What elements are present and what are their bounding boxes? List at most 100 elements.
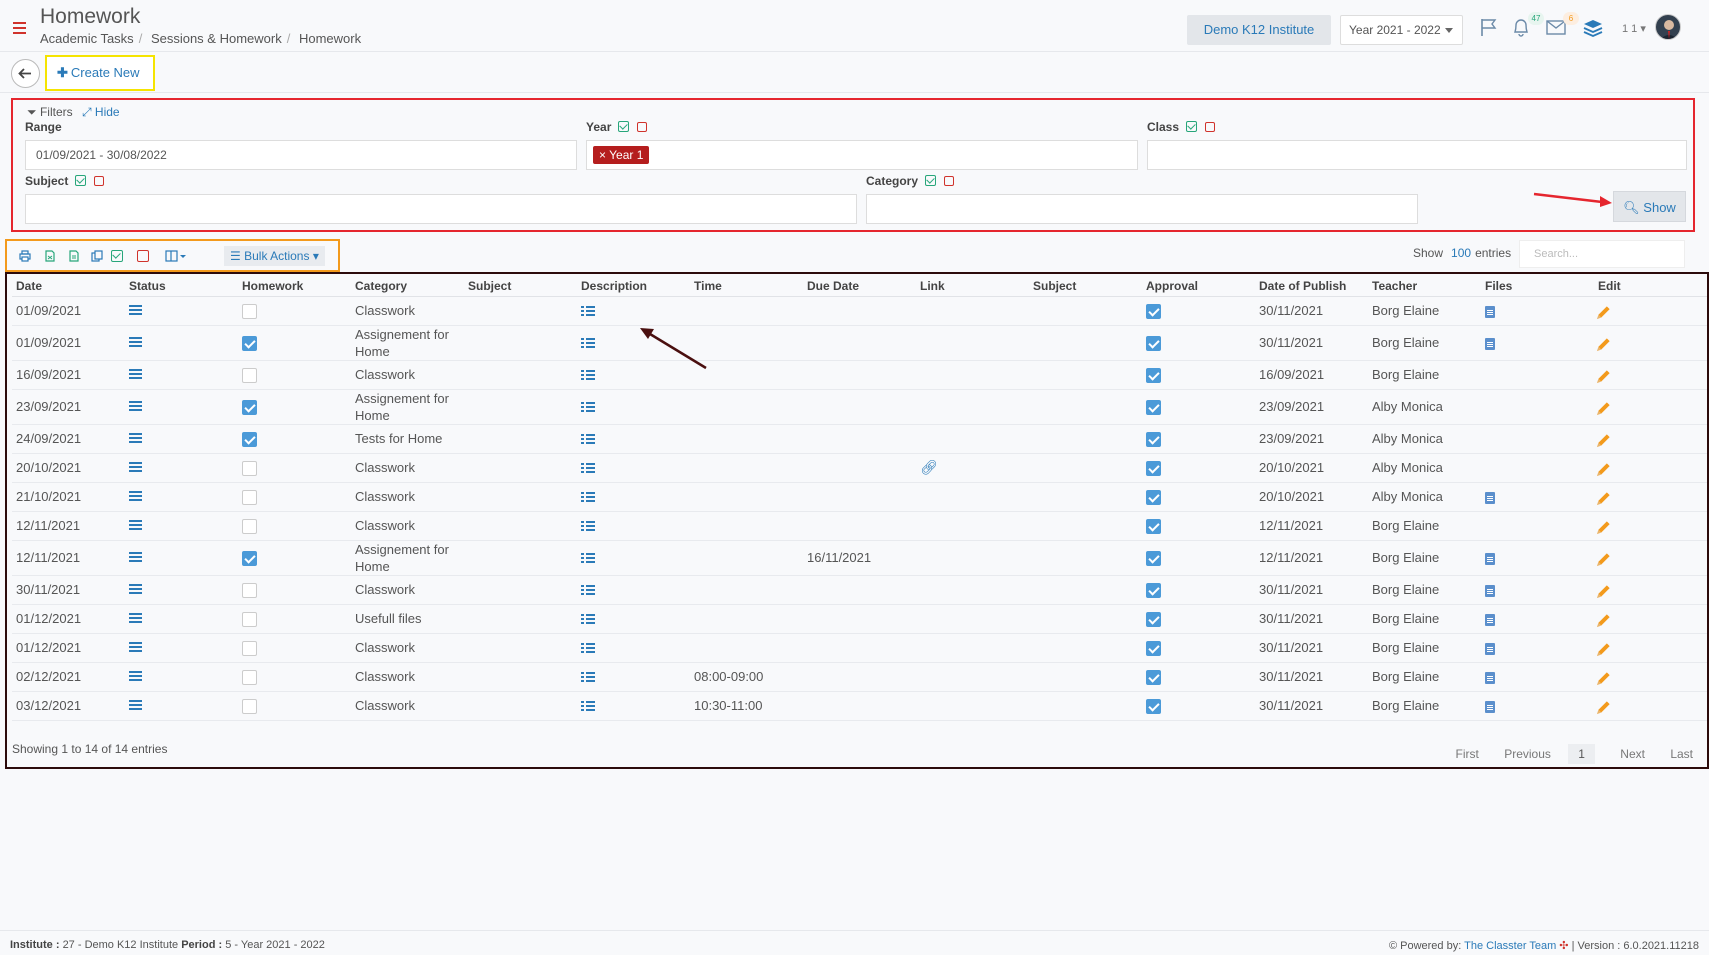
homework-checkbox[interactable] bbox=[242, 518, 257, 534]
edit-icon[interactable] bbox=[1598, 671, 1610, 684]
description-icon[interactable] bbox=[581, 434, 595, 445]
homework-checkbox[interactable] bbox=[242, 367, 257, 383]
description-icon[interactable] bbox=[581, 643, 595, 654]
approval-checkbox[interactable] bbox=[1146, 460, 1161, 476]
year-input[interactable]: × Year 1 bbox=[586, 140, 1138, 170]
homework-checkbox[interactable] bbox=[242, 431, 257, 447]
table-row[interactable]: 12/11/2021 Assignement for Home 16/11/2021… bbox=[12, 540, 1707, 576]
edit-icon[interactable] bbox=[1598, 520, 1610, 533]
approval-checkbox[interactable] bbox=[1146, 611, 1161, 627]
status-icon[interactable] bbox=[129, 369, 142, 379]
edit-icon[interactable] bbox=[1598, 433, 1610, 446]
file-icon[interactable] bbox=[1485, 584, 1495, 597]
column-header[interactable]: Link bbox=[916, 276, 1029, 297]
excel-icon[interactable] bbox=[68, 250, 80, 262]
status-icon[interactable] bbox=[129, 613, 142, 623]
edit-icon[interactable] bbox=[1598, 700, 1610, 713]
approval-checkbox[interactable] bbox=[1146, 640, 1161, 656]
status-icon[interactable] bbox=[129, 520, 142, 530]
status-icon[interactable] bbox=[129, 491, 142, 501]
flag-icon[interactable] bbox=[1478, 16, 1502, 40]
file-icon[interactable] bbox=[1485, 491, 1495, 504]
previous-page-link[interactable]: Previous bbox=[1504, 747, 1551, 761]
classter-link[interactable]: The Classter Team bbox=[1464, 940, 1556, 952]
link-icon[interactable]: 🔗︎ bbox=[920, 459, 938, 475]
menu-icon[interactable] bbox=[13, 22, 26, 34]
clear-icon[interactable] bbox=[944, 176, 955, 186]
breadcrumb-item-sessions[interactable]: Sessions & Homework bbox=[151, 31, 282, 46]
description-icon[interactable] bbox=[581, 306, 595, 317]
table-row[interactable]: 30/11/2021 Classwork 30/11/2021 Borg Elaine bbox=[12, 575, 1707, 605]
institute-button[interactable]: Demo K12 Institute bbox=[1187, 15, 1331, 45]
clear-icon[interactable] bbox=[1205, 122, 1216, 132]
table-row[interactable]: 03/12/2021 Classwork 10:30-11:00 30/11/2021… bbox=[12, 691, 1707, 721]
select-all-icon[interactable] bbox=[1186, 121, 1198, 132]
file-icon[interactable] bbox=[1485, 552, 1495, 565]
table-row[interactable]: 23/09/2021 Assignement for Home 23/09/2021… bbox=[12, 389, 1707, 425]
description-icon[interactable] bbox=[581, 338, 595, 349]
homework-checkbox[interactable] bbox=[242, 460, 257, 476]
homework-checkbox[interactable] bbox=[242, 669, 257, 685]
status-icon[interactable] bbox=[129, 671, 142, 681]
select-all-icon[interactable] bbox=[111, 250, 123, 262]
status-icon[interactable] bbox=[129, 462, 142, 472]
print-icon[interactable] bbox=[19, 250, 31, 262]
current-page[interactable]: 1 bbox=[1568, 744, 1595, 764]
breadcrumb-item-academic-tasks[interactable]: Academic Tasks bbox=[40, 31, 134, 46]
bell-icon[interactable]: 47 bbox=[1510, 12, 1544, 40]
column-header[interactable]: Date of Publish bbox=[1255, 276, 1368, 297]
copy-icon[interactable] bbox=[91, 250, 103, 262]
select-all-icon[interactable] bbox=[75, 175, 87, 186]
table-row[interactable]: 01/09/2021 Assignement for Home 30/11/2021… bbox=[12, 325, 1707, 361]
approval-checkbox[interactable] bbox=[1146, 303, 1161, 319]
range-input[interactable]: 01/09/2021 - 30/08/2022 bbox=[25, 140, 577, 170]
approval-checkbox[interactable] bbox=[1146, 335, 1161, 351]
status-icon[interactable] bbox=[129, 642, 142, 652]
edit-icon[interactable] bbox=[1598, 401, 1610, 414]
homework-checkbox[interactable] bbox=[242, 698, 257, 714]
column-header[interactable]: Due Date bbox=[803, 276, 916, 297]
description-icon[interactable] bbox=[581, 370, 595, 381]
envelope-icon[interactable]: 6 bbox=[1545, 12, 1579, 40]
file-icon[interactable] bbox=[1485, 613, 1495, 626]
column-header[interactable]: Files bbox=[1481, 276, 1594, 297]
approval-checkbox[interactable] bbox=[1146, 582, 1161, 598]
column-header[interactable]: Category bbox=[351, 276, 464, 297]
select-all-icon[interactable] bbox=[925, 175, 937, 186]
status-icon[interactable] bbox=[129, 433, 142, 443]
show-button[interactable]: 🔍︎ Show bbox=[1613, 191, 1686, 222]
bulk-actions-button[interactable]: ☰ Bulk Actions ▾ bbox=[224, 246, 325, 266]
table-row[interactable]: 20/10/2021 Classwork 🔗︎ 20/10/2021 Alby Moni… bbox=[12, 453, 1707, 483]
description-icon[interactable] bbox=[581, 672, 595, 683]
homework-checkbox[interactable] bbox=[242, 399, 257, 415]
layers-icon[interactable] bbox=[1582, 16, 1606, 40]
user-count[interactable]: 1 1 ▾ bbox=[1622, 22, 1646, 35]
last-page-link[interactable]: Last bbox=[1670, 747, 1693, 761]
category-input[interactable] bbox=[866, 194, 1418, 224]
table-row[interactable]: 24/09/2021 Tests for Home 23/09/2021 Alby M… bbox=[12, 424, 1707, 454]
next-page-link[interactable]: Next bbox=[1620, 747, 1645, 761]
file-icon[interactable] bbox=[1485, 671, 1495, 684]
description-icon[interactable] bbox=[581, 614, 595, 625]
column-header[interactable]: Homework bbox=[238, 276, 351, 297]
edit-icon[interactable] bbox=[1598, 337, 1610, 350]
clear-icon[interactable] bbox=[94, 176, 105, 186]
approval-checkbox[interactable] bbox=[1146, 518, 1161, 534]
year-select[interactable]: Year 2021 - 2022 bbox=[1340, 15, 1463, 45]
table-row[interactable]: 02/12/2021 Classwork 08:00-09:00 30/11/2021… bbox=[12, 662, 1707, 692]
column-header[interactable]: Subject bbox=[464, 276, 577, 297]
table-row[interactable]: 16/09/2021 Classwork 16/09/2021 Borg Elaine bbox=[12, 360, 1707, 390]
column-header[interactable]: Approval bbox=[1142, 276, 1255, 297]
status-icon[interactable] bbox=[129, 552, 142, 562]
subject-input[interactable] bbox=[25, 194, 857, 224]
clear-icon[interactable] bbox=[637, 122, 648, 132]
file-icon[interactable] bbox=[1485, 700, 1495, 713]
columns-icon[interactable] bbox=[165, 250, 187, 262]
approval-checkbox[interactable] bbox=[1146, 698, 1161, 714]
homework-checkbox[interactable] bbox=[242, 582, 257, 598]
approval-checkbox[interactable] bbox=[1146, 431, 1161, 447]
description-icon[interactable] bbox=[581, 701, 595, 712]
status-icon[interactable] bbox=[129, 305, 142, 315]
column-header[interactable]: Date bbox=[12, 276, 125, 297]
description-icon[interactable] bbox=[581, 402, 595, 413]
